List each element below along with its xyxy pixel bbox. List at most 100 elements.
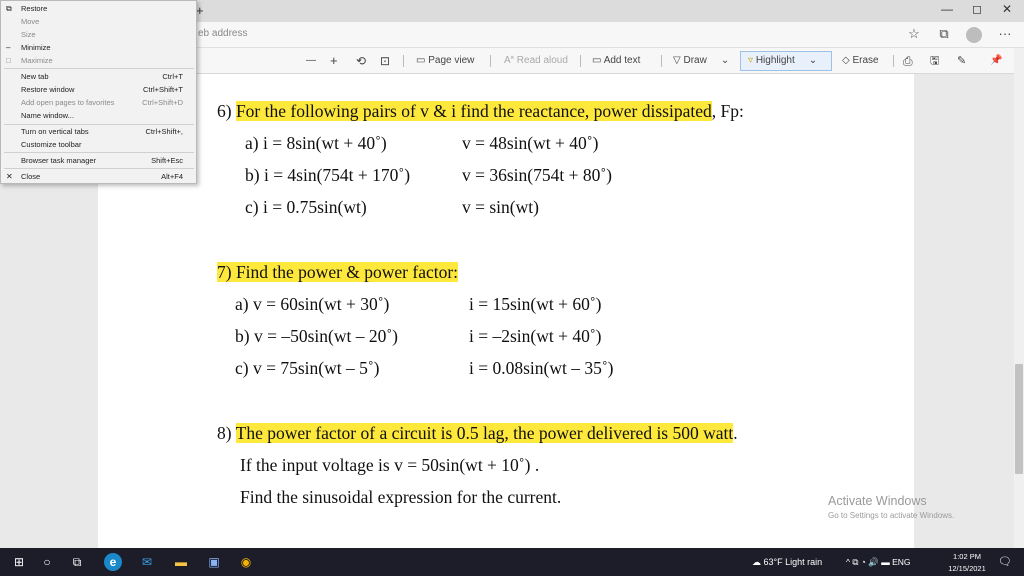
highlight-label: Highlight — [755, 55, 795, 66]
language-indicator[interactable]: ENG — [892, 557, 910, 567]
save-icon[interactable]: 🖫 — [930, 53, 939, 69]
menu-item-close[interactable]: ✕ Close Alt+F4 — [6, 171, 193, 183]
menu-divider — [4, 124, 194, 125]
menu-item-restore[interactable]: ⧉ Restore — [6, 3, 193, 15]
collections-icon[interactable]: ⧉ — [935, 26, 953, 42]
toolbar-divider — [490, 55, 491, 67]
notification-icon[interactable]: 🗨 — [996, 553, 1014, 571]
new-tab-button[interactable]: + — [196, 3, 204, 18]
highlight-button-content[interactable]: ▿ Highlight ⌄ — [748, 53, 817, 69]
highlighted-text: For the following pairs of v & i find th… — [235, 101, 712, 121]
menu-item-vertical-tabs[interactable]: Turn on vertical tabs Ctrl+Shift+, — [21, 126, 193, 138]
system-tray[interactable]: ^ ⧉ ◔ 🔊 ▬ ENG — [846, 557, 911, 568]
clock[interactable]: 1:02 PM 12/15/2021 — [944, 551, 990, 575]
close-icon: ✕ — [6, 172, 13, 181]
zoom-in-button[interactable]: + — [330, 53, 338, 69]
search-icon[interactable]: ○ — [38, 553, 56, 571]
task-view-icon[interactable]: ⧉ — [68, 553, 86, 571]
watermark-subtitle: Go to Settings to activate Windows. — [828, 511, 955, 520]
cloud-icon: ☁ — [752, 557, 764, 567]
read-aloud-icon: A˟ — [504, 55, 517, 66]
add-text-icon: ▭ — [592, 55, 604, 66]
question-8-heading: 8) The power factor of a circuit is 0.5 … — [217, 423, 738, 443]
pdf-page: 6) For the following pairs of v & i find… — [98, 74, 914, 548]
toolbar-divider — [893, 55, 894, 67]
add-text-label: Add text — [603, 55, 641, 66]
q8-input-voltage: If the input voltage is v = 50sin(wt + 1… — [240, 455, 540, 475]
address-input[interactable]: eb address — [198, 28, 247, 39]
page-view-icon: ▭ — [416, 55, 429, 66]
restore-icon: ⧉ — [6, 4, 12, 13]
q6a-current: a) i = 8sin(wt + 40˚) — [245, 133, 387, 153]
highlighted-text: 7) Find the power & power factor: — [217, 262, 459, 282]
menu-item-restore-window[interactable]: Restore window Ctrl+Shift+T — [21, 84, 193, 96]
print-icon[interactable]: ⎙ — [903, 53, 913, 69]
fit-page-icon[interactable]: ⊡ — [380, 53, 390, 69]
pin-icon[interactable]: 📌 — [990, 53, 1002, 69]
restore-window-button[interactable]: ◻ — [962, 2, 992, 16]
start-icon[interactable]: ⊞ — [10, 553, 28, 571]
favorites-icon[interactable]: ☆ — [905, 26, 923, 42]
toolbar-divider — [403, 55, 404, 67]
erase-button[interactable]: ◇ Erase — [842, 53, 879, 69]
q6a-voltage: v = 48sin(wt + 40˚) — [462, 133, 599, 153]
zoom-out-button[interactable]: — — [306, 53, 316, 69]
page-view-label: Page view — [428, 55, 475, 66]
question-7-heading: 7) Find the power & power factor: — [217, 261, 459, 283]
minimize-window-button[interactable]: — — [932, 2, 962, 16]
q6c-voltage: v = sin(wt) — [462, 197, 539, 217]
edge-icon[interactable]: e — [104, 553, 122, 571]
add-text-button[interactable]: ▭ Add text — [592, 53, 640, 69]
draw-label: Draw — [683, 55, 707, 66]
mail-icon[interactable]: ✉ — [138, 553, 156, 571]
tray-icons[interactable]: ^ ⧉ ◔ 🔊 ▬ — [846, 557, 890, 567]
chevron-down-icon: ⌄ — [808, 55, 818, 66]
close-window-button[interactable]: ✕ — [992, 2, 1022, 16]
more-icon[interactable]: ··· — [996, 26, 1014, 41]
question-6-heading: 6) For the following pairs of v & i find… — [217, 101, 744, 121]
rotate-icon[interactable]: ⟲ — [356, 53, 366, 69]
scrollbar-thumb[interactable] — [1015, 364, 1023, 474]
erase-label: Erase — [852, 55, 879, 66]
minimize-icon: – — [6, 43, 11, 52]
menu-item-name-window[interactable]: Name window... — [21, 110, 193, 122]
q7c-current: i = 0.08sin(wt – 35˚) — [469, 358, 614, 378]
profile-avatar[interactable] — [966, 27, 982, 43]
menu-item-add-to-favorites: Add open pages to favorites Ctrl+Shift+D — [21, 98, 183, 107]
activate-windows-watermark: Activate Windows Go to Settings to activ… — [828, 494, 954, 520]
chevron-down-icon: ⌄ — [720, 55, 730, 66]
menu-divider — [4, 152, 194, 153]
menu-item-new-tab[interactable]: New tab Ctrl+T — [21, 71, 193, 83]
file-explorer-icon[interactable]: ▬ — [172, 553, 190, 571]
maximize-icon: □ — [6, 56, 11, 65]
save-as-icon[interactable]: ✎ — [957, 53, 966, 69]
q6b-voltage: v = 36sin(754t + 80˚) — [462, 165, 613, 185]
eraser-icon: ◇ — [842, 55, 853, 66]
menu-item-size: Size — [21, 30, 36, 39]
q7b-voltage: b) v = –50sin(wt – 20˚) — [235, 326, 398, 346]
menu-item-customize-toolbar[interactable]: Customize toolbar — [21, 139, 193, 151]
draw-button[interactable]: ▽ Draw ⌄ — [673, 53, 729, 69]
q8-instruction: Find the sinusoidal expression for the c… — [240, 487, 562, 507]
toolbar-divider — [580, 55, 581, 67]
page-view-button[interactable]: ▭ Page view — [416, 53, 474, 69]
q7a-current: i = 15sin(wt + 60˚) — [469, 294, 602, 314]
toolbar-divider — [661, 55, 662, 67]
draw-icon: ▽ — [673, 55, 684, 66]
q6b-current: b) i = 4sin(754t + 170˚) — [245, 165, 411, 185]
weather-widget[interactable]: ☁ 63°F Light rain — [752, 557, 822, 568]
menu-item-task-manager[interactable]: Browser task manager Shift+Esc — [21, 155, 193, 167]
q7b-current: i = –2sin(wt + 40˚) — [469, 326, 602, 346]
menu-item-minimize[interactable]: – Minimize — [6, 42, 193, 54]
store-icon[interactable]: ▣ — [205, 553, 223, 571]
read-aloud-button[interactable]: A˟ Read aloud — [504, 53, 568, 69]
menu-item-move: Move — [21, 17, 40, 26]
chrome-icon[interactable]: ◉ — [237, 553, 255, 571]
highlighter-icon: ▿ — [748, 55, 756, 66]
highlighted-text: The power factor of a circuit is 0.5 lag… — [235, 423, 734, 443]
read-aloud-label: Read aloud — [516, 55, 568, 66]
q7c-voltage: c) v = 75sin(wt – 5˚) — [235, 358, 380, 378]
q6c-current: c) i = 0.75sin(wt) — [245, 197, 367, 217]
window-system-menu: ⧉ Restore Move Size – Minimize □ Maximize N… — [0, 0, 197, 184]
menu-item-maximize: □ Maximize — [6, 56, 53, 65]
